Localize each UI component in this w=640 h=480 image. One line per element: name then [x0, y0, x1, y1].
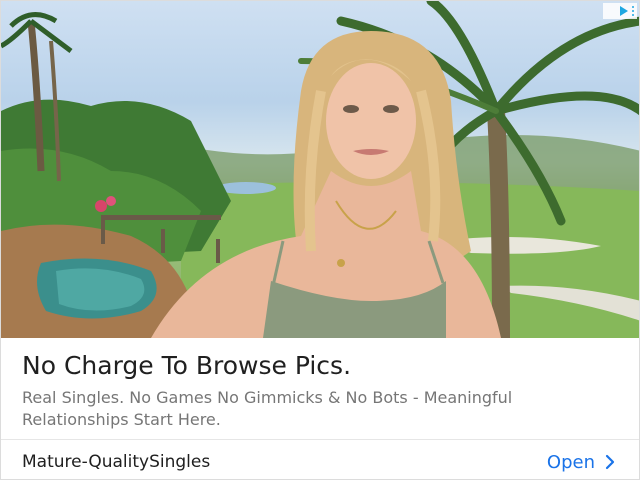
ad-image[interactable] — [1, 1, 639, 338]
more-options-icon[interactable] — [632, 6, 634, 16]
ad-description: Real Singles. No Games No Gimmicks & No … — [22, 388, 513, 429]
divider — [1, 439, 639, 440]
ad-headline[interactable]: No Charge To Browse Pics. — [22, 351, 622, 380]
ad-card[interactable]: No Charge To Browse Pics. Real Singles. … — [0, 0, 640, 480]
adchoices-icon[interactable] — [603, 3, 637, 19]
open-button[interactable]: Open — [547, 448, 615, 476]
open-button-label: Open — [546, 451, 595, 473]
advertiser-name[interactable]: Mature-QualitySingles — [22, 452, 210, 472]
ad-photo-scene — [1, 1, 639, 338]
adchoices-play-icon — [620, 6, 628, 16]
chevron-right-icon — [605, 454, 615, 470]
